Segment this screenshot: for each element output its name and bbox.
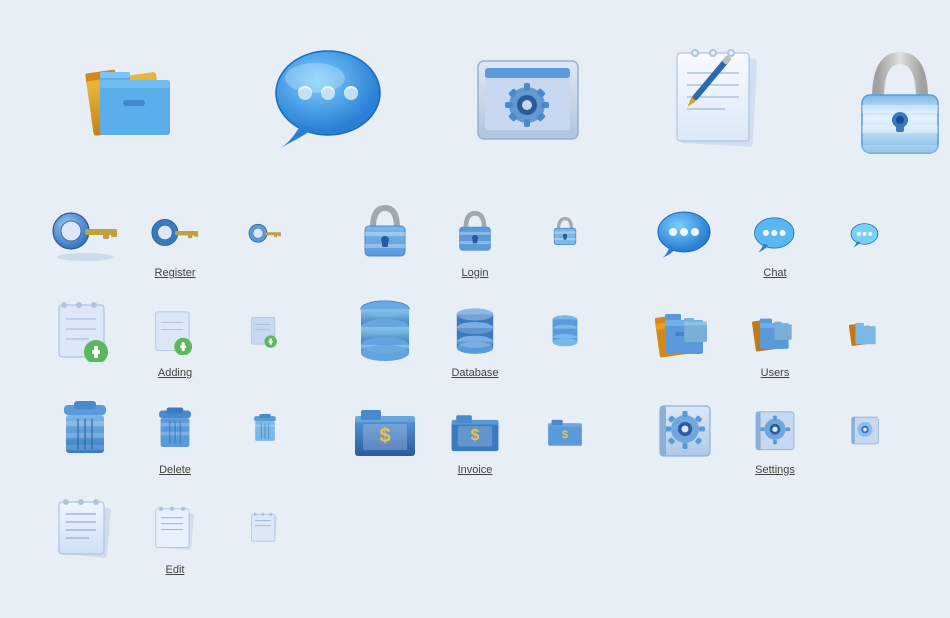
delete-icons: [40, 397, 310, 459]
database-icons: [340, 297, 610, 362]
login-padlock-large: [340, 200, 430, 262]
invoice-group: $ $: [340, 404, 610, 476]
svg-text:$: $: [379, 425, 390, 447]
login-icons: [340, 200, 610, 262]
delete-invoice-settings-row: Delete: [30, 392, 920, 481]
users-group: Users: [640, 304, 910, 379]
svg-text:$: $: [471, 427, 480, 444]
adding-notepad-small: [220, 312, 310, 348]
login-padlock-medium: [430, 207, 520, 255]
invoice-small: $: [520, 416, 610, 448]
chat-bubble-large: [640, 210, 730, 262]
adding-label[interactable]: Adding: [158, 367, 192, 379]
edit-label[interactable]: Edit: [166, 564, 185, 576]
delete-label[interactable]: Delete: [159, 464, 191, 476]
adding-notepad-medium: [130, 305, 220, 355]
notepad-large-icon: [665, 45, 770, 160]
register-label[interactable]: Register: [155, 267, 196, 279]
edit-group: Edit: [40, 494, 310, 576]
settings-tablet-large-icon: [470, 53, 585, 153]
invoice-large: $: [340, 404, 430, 459]
users-folders-medium: [730, 311, 820, 355]
database-label[interactable]: Database: [451, 367, 498, 379]
chat-icons: [640, 210, 910, 262]
svg-text:$: $: [562, 428, 569, 440]
users-folders-small: [820, 317, 910, 349]
adding-database-users-row: Adding: [30, 292, 920, 384]
login-label[interactable]: Login: [462, 267, 489, 279]
users-label[interactable]: Users: [761, 367, 790, 379]
chat-group: Chat: [640, 210, 910, 279]
delete-trash-small: [220, 410, 310, 446]
settings-book-medium: [730, 408, 820, 452]
settings-group: Settings: [640, 401, 910, 476]
delete-trash-large: [40, 397, 130, 459]
adding-icons: [40, 297, 310, 362]
edit-notepad-small: [220, 509, 310, 545]
register-key-large: [40, 207, 130, 262]
settings-book-small: [820, 414, 910, 446]
adding-group: Adding: [40, 297, 310, 379]
register-key-medium: [130, 215, 220, 255]
login-group: Login: [340, 200, 610, 279]
database-small: [520, 312, 610, 348]
adding-notepad-large: [40, 297, 130, 362]
edit-notepad-medium: [130, 502, 220, 552]
settings-label[interactable]: Settings: [755, 464, 795, 476]
database-large: [340, 297, 430, 362]
settings-book-large: [640, 401, 730, 459]
settings-icons: [640, 401, 910, 459]
delete-trash-medium: [130, 403, 220, 453]
invoice-icons: $ $: [340, 404, 610, 459]
register-group: Register: [40, 207, 310, 279]
chat-bubble-large-icon: [270, 48, 390, 158]
register-icons: [40, 207, 310, 262]
users-icons: [640, 304, 910, 362]
invoice-medium: $: [430, 410, 520, 454]
chat-bubble-small: [820, 222, 910, 250]
users-folder-large-icon: [70, 50, 190, 155]
invoice-label[interactable]: Invoice: [458, 464, 493, 476]
padlock-large-icon: [850, 40, 950, 165]
register-key-small: [220, 221, 310, 249]
icon-grid: Register: [0, 0, 950, 609]
edit-icons: [40, 494, 310, 559]
database-group: Database: [340, 297, 610, 379]
database-medium: [430, 305, 520, 355]
register-login-chat-row: Register: [30, 195, 920, 284]
login-padlock-small: [520, 214, 610, 248]
large-icons-row: [30, 20, 920, 195]
edit-notepad-large: [40, 494, 130, 559]
edit-row: Edit: [30, 489, 920, 581]
chat-bubble-medium: [730, 216, 820, 256]
users-folders-large: [640, 304, 730, 362]
chat-label[interactable]: Chat: [763, 267, 786, 279]
delete-group: Delete: [40, 397, 310, 476]
